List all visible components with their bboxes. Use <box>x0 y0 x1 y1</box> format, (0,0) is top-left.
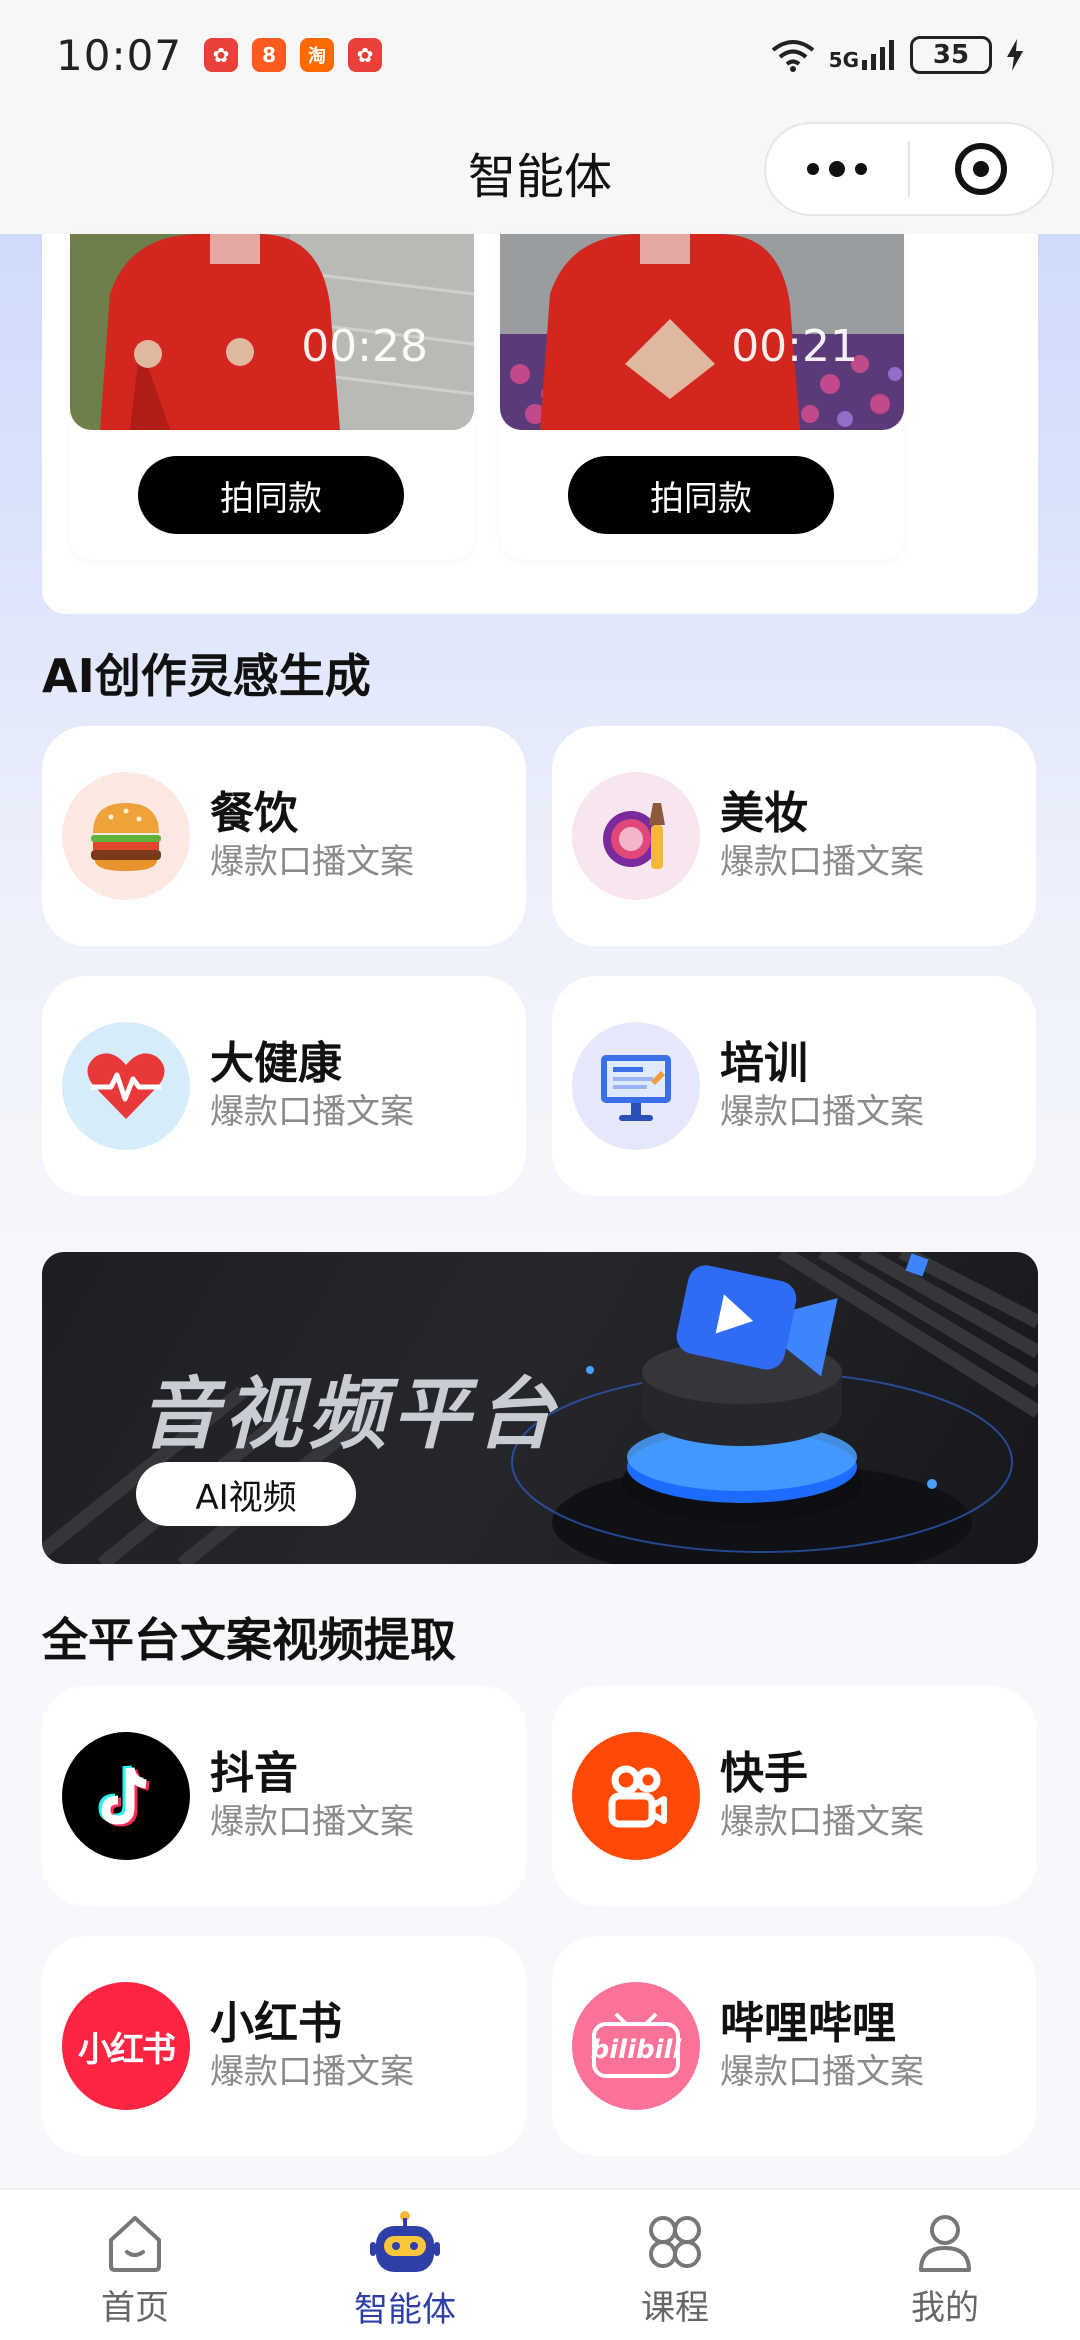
profile-icon <box>919 2215 971 2272</box>
heart-pulse-icon <box>62 1022 190 1150</box>
robot-icon <box>370 2211 440 2272</box>
category-card-health[interactable]: 大健康 爆款口播文案 <box>42 976 526 1196</box>
tab-label: 首页 <box>101 2288 169 2328</box>
course-grid-icon <box>649 2216 701 2268</box>
platform-card-bilibili[interactable]: bilibili 哔哩哔哩 爆款口播文案 <box>552 1936 1036 2156</box>
category-subtitle: 爆款口播文案 <box>720 1092 924 1132</box>
bilibili-icon: bilibili <box>572 1982 700 2110</box>
nav-bar: 智能体 <box>0 110 1080 234</box>
network-type: 5G <box>828 48 859 72</box>
battery-indicator: 35 <box>910 36 992 74</box>
xiaohongshu-logo-text: 小红书 <box>78 2029 176 2070</box>
battery-level: 35 <box>932 40 970 70</box>
platform-subtitle: 爆款口播文案 <box>720 2052 924 2092</box>
miniprogram-capsule <box>764 122 1054 216</box>
tab-profile[interactable]: 我的 <box>810 2190 1080 2340</box>
signal-group: 5G <box>829 40 896 70</box>
ai-video-pill[interactable]: AI视频 <box>136 1462 356 1526</box>
category-card-beauty[interactable]: 美妆 爆款口播文案 <box>552 726 1036 946</box>
presentation-screen-icon <box>572 1022 700 1150</box>
status-time: 10:07 <box>56 30 183 80</box>
video-duration: 00:28 <box>301 321 428 372</box>
signal-bars-icon <box>862 40 894 70</box>
platform-name: 哔哩哔哩 <box>720 1998 896 2049</box>
notification-icons: ✿ 8 淘 ✿ <box>204 38 383 72</box>
tab-label: 智能体 <box>354 2290 456 2330</box>
charging-bolt-icon <box>1007 39 1023 71</box>
category-subtitle: 爆款口播文案 <box>210 842 414 882</box>
category-subtitle: 爆款口播文案 <box>210 1092 414 1132</box>
home-icon <box>109 2216 161 2272</box>
template-video-item[interactable]: 00:21 拍同款 <box>500 234 904 560</box>
tab-agent[interactable]: 智能体 <box>270 2190 540 2340</box>
douyin-icon <box>62 1732 190 1860</box>
close-miniprogram-button[interactable] <box>910 124 1052 214</box>
platform-card-douyin[interactable]: 抖音 爆款口播文案 <box>42 1686 526 1906</box>
section-title-ai-inspiration: AI创作灵感生成 <box>42 649 371 703</box>
status-right: 5G 35 <box>771 36 1024 74</box>
tab-label: 我的 <box>911 2288 979 2328</box>
category-card-training[interactable]: 培训 爆款口播文案 <box>552 976 1036 1196</box>
platform-card-xiaohongshu[interactable]: 小红书 小红书 爆款口播文案 <box>42 1936 526 2156</box>
platform-name: 快手 <box>720 1748 808 1799</box>
more-button[interactable] <box>766 124 908 214</box>
page-title: 智能体 <box>467 149 612 205</box>
taobao-app-icon: 淘 <box>300 38 335 72</box>
makeup-icon <box>572 772 700 900</box>
category-subtitle: 爆款口播文案 <box>720 842 924 882</box>
shoot-same-button[interactable]: 拍同款 <box>138 456 404 534</box>
platform-name: 小红书 <box>210 1998 342 2049</box>
huawei-app-icon: ✿ <box>204 38 239 72</box>
tab-label: 课程 <box>641 2288 709 2328</box>
bottom-tab-bar: 首页 智能体 课程 我的 <box>0 2188 1080 2340</box>
template-video-item[interactable]: 00:28 拍同款 <box>70 234 474 560</box>
status-bar: 10:07 ✿ 8 淘 ✿ 5G 35 <box>0 0 1080 110</box>
xiaohongshu-icon: 小红书 <box>62 1982 190 2110</box>
huawei-app-icon-2: ✿ <box>348 38 383 72</box>
kuaishou-icon <box>572 1732 700 1860</box>
shoot-same-button[interactable]: 拍同款 <box>568 456 834 534</box>
category-name: 大健康 <box>210 1038 342 1089</box>
category-card-food[interactable]: 餐饮 爆款口播文案 <box>42 726 526 946</box>
video-duration: 00:21 <box>731 321 858 372</box>
category-name: 餐饮 <box>210 788 298 839</box>
burger-icon <box>62 772 190 900</box>
tab-home[interactable]: 首页 <box>0 2190 270 2340</box>
platform-subtitle: 爆款口播文案 <box>720 1802 924 1842</box>
wifi-icon <box>771 40 814 72</box>
video-thumbnail[interactable]: 00:21 <box>500 234 904 430</box>
section-title-platform-extract: 全平台文案视频提取 <box>42 1613 456 1667</box>
platform-name: 抖音 <box>210 1748 298 1799</box>
target-circle-icon <box>954 143 1007 195</box>
bilibili-logo-text: bilibili <box>590 2035 682 2065</box>
tab-course[interactable]: 课程 <box>540 2190 810 2340</box>
platform-subtitle: 爆款口播文案 <box>210 1802 414 1842</box>
page: 10:07 ✿ 8 淘 ✿ 5G 35 智能体 00:28 拍同款 00:21 … <box>0 0 1080 2340</box>
platform-card-kuaishou[interactable]: 快手 爆款口播文案 <box>552 1686 1036 1906</box>
category-name: 培训 <box>720 1038 808 1089</box>
banner-title: 音视频平台 <box>140 1370 561 1460</box>
kuaishou-app-icon: 8 <box>252 38 287 72</box>
category-name: 美妆 <box>720 788 808 839</box>
more-dots-icon <box>807 161 867 177</box>
av-platform-banner[interactable]: 音视频平台 AI视频 <box>42 1252 1038 1564</box>
video-thumbnail[interactable]: 00:28 <box>70 234 474 430</box>
platform-subtitle: 爆款口播文案 <box>210 2052 414 2092</box>
template-videos-card: 00:28 拍同款 00:21 拍同款 <box>42 234 1038 614</box>
